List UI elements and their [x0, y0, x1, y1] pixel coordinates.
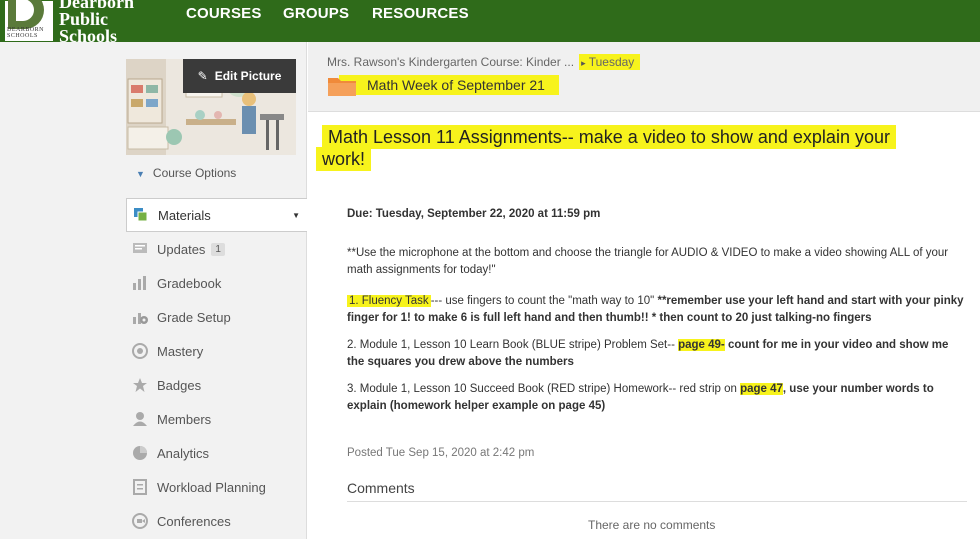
sidebar-item-grade-setup[interactable]: Grade Setup	[126, 300, 307, 334]
comments-divider	[347, 501, 967, 502]
sidebar-item-badges[interactable]: Badges	[126, 368, 307, 402]
sidebar-item-label: Updates	[157, 241, 206, 257]
instruction-item-2: 2. Module 1, Lesson 10 Learn Book (BLUE …	[347, 337, 967, 371]
badge-star-icon	[130, 376, 150, 394]
item2-text: 2. Module 1, Lesson 10 Learn Book (BLUE …	[347, 339, 679, 351]
title-line-1: Math Lesson 11 Assignments-- make a vide…	[322, 125, 896, 149]
analytics-icon	[130, 444, 150, 462]
sidebar-item-materials[interactable]: Materials ▼	[126, 198, 307, 232]
caret-down-icon: ▼	[136, 169, 145, 179]
district-name[interactable]: Dearborn Public Schools	[59, 0, 134, 45]
members-icon	[130, 410, 150, 428]
assignment-instructions: **Use the microphone at the bottom and c…	[347, 245, 967, 425]
nav-resources[interactable]: RESOURCES	[372, 5, 469, 22]
sidebar-item-workload-planning[interactable]: Workload Planning	[126, 470, 307, 504]
no-comments-message: There are no comments	[588, 518, 716, 532]
item1-text: --- use fingers to count the "math way t…	[430, 295, 658, 307]
materials-icon	[131, 206, 151, 224]
sidebar-item-label: Gradebook	[157, 275, 222, 291]
folder-icon	[328, 78, 356, 96]
chevron-down-icon[interactable]: ▼	[292, 211, 300, 220]
comments-heading: Comments	[347, 480, 415, 496]
page-title: Math Lesson 11 Assignments-- make a vide…	[316, 125, 962, 171]
pencil-icon: ✎	[197, 69, 208, 83]
folder-header: Mrs. Rawson's Kindergarten Course: Kinde…	[308, 42, 980, 112]
sidebar-item-label: Badges	[157, 377, 202, 393]
sidebar-item-label: Conferences	[157, 513, 231, 529]
district-logo[interactable]: DEARBORN SCHOOLS	[4, 0, 54, 42]
breadcrumb-tuesday-link[interactable]: Tuesday	[589, 55, 635, 69]
sidebar-item-analytics[interactable]: Analytics	[126, 436, 307, 470]
gradebook-icon	[130, 274, 150, 292]
sidebar-item-label: Mastery	[157, 343, 204, 359]
updates-icon	[130, 240, 150, 258]
breadcrumb: Mrs. Rawson's Kindergarten Course: Kinde…	[327, 54, 641, 70]
course-options-toggle[interactable]: ▼ Course Options	[136, 166, 236, 180]
course-sidebar: ✎ Edit Picture ▼ Course Options Materials…	[0, 42, 307, 539]
item3-page: page 47	[740, 383, 783, 395]
edit-picture-button[interactable]: ✎ Edit Picture	[183, 59, 296, 93]
logo-mark	[8, 0, 44, 29]
sidebar-item-label: Workload Planning	[157, 479, 266, 495]
item2-page: page 49-	[678, 339, 725, 351]
course-options-label: Course Options	[152, 166, 237, 180]
folder-name[interactable]: Math Week of September 21	[339, 75, 559, 95]
fluency-task-label: 1. Fluency Task	[347, 295, 431, 307]
posted-timestamp: Posted Tue Sep 15, 2020 at 2:42 pm	[347, 447, 535, 459]
title-line-2: work!	[316, 147, 372, 171]
breadcrumb-course-link[interactable]: Mrs. Rawson's Kindergarten Course: Kinde…	[327, 55, 574, 69]
breadcrumb-current-wrap: ▸ Tuesday	[579, 54, 641, 70]
top-navigation-bar: DEARBORN SCHOOLS Dearborn Public Schools…	[0, 0, 980, 45]
breadcrumb-separator-icon: ▸	[581, 58, 586, 68]
sidebar-item-mastery[interactable]: Mastery	[126, 334, 307, 368]
workload-planning-icon	[130, 478, 150, 496]
sidebar-item-updates[interactable]: Updates 1	[126, 232, 307, 266]
updates-count-badge: 1	[211, 242, 225, 256]
item3-text: 3. Module 1, Lesson 10 Succeed Book (RED…	[347, 383, 741, 395]
instruction-item-3: 3. Module 1, Lesson 10 Succeed Book (RED…	[347, 381, 967, 415]
sidebar-item-members[interactable]: Members	[126, 402, 307, 436]
sidebar-item-label: Members	[157, 411, 212, 427]
sidebar-item-label: Analytics	[157, 445, 210, 461]
edit-picture-label: Edit Picture	[214, 69, 282, 83]
logo-caption: DEARBORN SCHOOLS	[7, 27, 45, 39]
nav-courses[interactable]: COURSES	[186, 5, 262, 22]
sidebar-item-conferences[interactable]: Conferences	[126, 504, 307, 538]
conferences-icon	[130, 512, 150, 530]
mastery-icon	[130, 342, 150, 360]
folder-title: Math Week of September 21	[327, 73, 559, 97]
nav-groups[interactable]: GROUPS	[283, 5, 349, 22]
grade-setup-icon	[130, 308, 150, 326]
sidebar-item-label: Materials	[158, 207, 211, 223]
instruction-item-1: 1. Fluency Task --- use fingers to count …	[347, 293, 967, 327]
instructions-intro: **Use the microphone at the bottom and c…	[347, 247, 949, 276]
sidebar-item-gradebook[interactable]: Gradebook	[126, 266, 307, 300]
main-content: Mrs. Rawson's Kindergarten Course: Kinde…	[308, 42, 980, 539]
sidebar-item-label: Grade Setup	[157, 309, 231, 325]
due-date: Due: Tuesday, September 22, 2020 at 11:5…	[347, 208, 601, 220]
